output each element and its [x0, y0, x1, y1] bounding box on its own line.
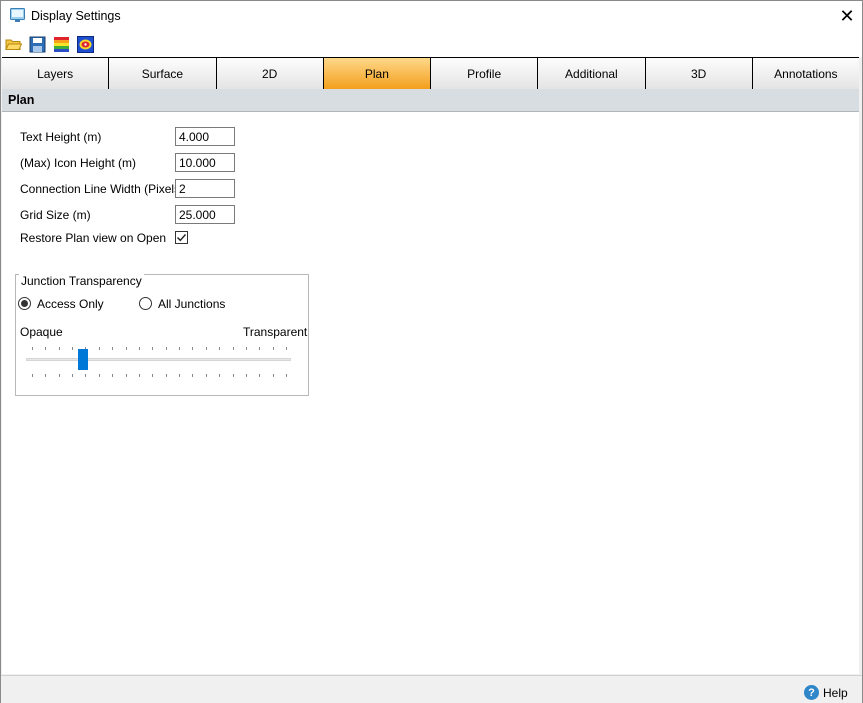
- tab-layers[interactable]: Layers: [2, 58, 110, 89]
- help-link[interactable]: Help: [823, 686, 848, 700]
- status-bar: ? Help: [1, 675, 862, 703]
- slider-tick: [286, 347, 287, 350]
- text-height-input[interactable]: [175, 127, 235, 146]
- close-icon: ✕: [839, 5, 855, 26]
- tab-label: Surface: [141, 66, 184, 81]
- display-settings-app-icon: [10, 8, 25, 22]
- color-palette-icon[interactable]: [53, 36, 70, 53]
- slider-tick: [246, 347, 247, 350]
- junction-transparency-title: Junction Transparency: [19, 274, 144, 288]
- slider-tick: [112, 347, 113, 350]
- tab-label: 2D: [261, 66, 278, 81]
- tab-label: Profile: [467, 66, 502, 81]
- icon-height-input[interactable]: [175, 153, 235, 172]
- checkmark-icon: [177, 234, 187, 242]
- slider-tick: [206, 347, 207, 350]
- slider-tick: [59, 347, 60, 350]
- grid-size-label: Grid Size (m): [20, 208, 91, 222]
- slider-tick: [259, 374, 260, 377]
- tab-label: Additional: [565, 66, 618, 81]
- restore-plan-checkbox[interactable]: [175, 231, 188, 244]
- slider-tick: [72, 374, 73, 377]
- slider-tick: [126, 347, 127, 350]
- color-map-icon[interactable]: [77, 36, 94, 53]
- all-junctions-radio[interactable]: [139, 297, 152, 310]
- access-only-label: Access Only: [37, 297, 104, 311]
- slider-tick: [273, 374, 274, 377]
- tab-2d[interactable]: 2D: [216, 58, 324, 89]
- slider-tick: [286, 374, 287, 377]
- transparent-label: Transparent: [243, 325, 308, 339]
- slider-tick: [219, 374, 220, 377]
- slider-tick: [45, 374, 46, 377]
- tab-3d[interactable]: 3D: [645, 58, 753, 89]
- tab-plan[interactable]: Plan: [323, 58, 431, 89]
- tab-surface[interactable]: Surface: [109, 58, 217, 89]
- slider-tick: [152, 374, 153, 377]
- slider-tick: [233, 374, 234, 377]
- radio-selected-dot: [21, 300, 28, 307]
- access-only-radio[interactable]: [18, 297, 31, 310]
- slider-tick: [99, 347, 100, 350]
- icon-height-label: (Max) Icon Height (m): [20, 156, 137, 170]
- transparency-slider-thumb[interactable]: [78, 349, 88, 370]
- tab-profile[interactable]: Profile: [431, 58, 539, 89]
- slider-tick: [246, 374, 247, 377]
- slider-tick: [273, 347, 274, 350]
- save-icon[interactable]: [29, 36, 46, 53]
- slider-tick: [219, 347, 220, 350]
- grid-size-input[interactable]: [175, 205, 235, 224]
- toolbar: [1, 31, 862, 57]
- restore-plan-label: Restore Plan view on Open: [20, 231, 167, 245]
- tab-label: Annotations: [774, 66, 838, 81]
- window-title: Display Settings: [31, 9, 121, 23]
- all-junctions-label: All Junctions: [158, 297, 226, 311]
- slider-tick: [166, 374, 167, 377]
- help-icon[interactable]: ?: [804, 685, 819, 700]
- slider-tick: [192, 347, 193, 350]
- section-header: Plan: [2, 89, 859, 112]
- tab-annotations[interactable]: Annotations: [752, 58, 859, 89]
- slider-tick: [139, 347, 140, 350]
- slider-tick: [139, 374, 140, 377]
- close-button[interactable]: ✕: [832, 1, 862, 31]
- display-settings-window: Display Settings ✕ Layers Surface 2D Pla…: [0, 0, 863, 703]
- title-bar: Display Settings ✕: [1, 1, 862, 31]
- slider-tick: [166, 347, 167, 350]
- section-title: Plan: [8, 93, 35, 107]
- slider-tick: [179, 374, 180, 377]
- slider-tick: [206, 374, 207, 377]
- open-folder-icon[interactable]: [5, 36, 22, 53]
- slider-tick: [72, 347, 73, 350]
- tab-label: Plan: [364, 66, 389, 81]
- slider-tick: [112, 374, 113, 377]
- slider-tick: [233, 347, 234, 350]
- slider-tick: [179, 347, 180, 350]
- opaque-label: Opaque: [20, 325, 63, 339]
- slider-tick: [85, 374, 86, 377]
- slider-tick: [126, 374, 127, 377]
- line-width-input[interactable]: [175, 179, 235, 198]
- slider-tick: [152, 347, 153, 350]
- slider-tick: [59, 374, 60, 377]
- text-height-label: Text Height (m): [20, 130, 102, 144]
- plan-settings-panel: Text Height (m) (Max) Icon Height (m) Co…: [2, 112, 859, 674]
- tab-label: Layers: [37, 66, 74, 81]
- tab-additional[interactable]: Additional: [538, 58, 646, 89]
- tab-bar: Layers Surface 2D Plan Profile Additiona…: [2, 57, 859, 90]
- slider-tick: [45, 347, 46, 350]
- line-width-label: Connection Line Width (Pixels): [20, 182, 185, 196]
- transparency-slider-track[interactable]: [26, 358, 291, 361]
- slider-tick: [32, 347, 33, 350]
- tab-label: 3D: [690, 66, 707, 81]
- slider-tick: [192, 374, 193, 377]
- slider-tick: [259, 347, 260, 350]
- slider-tick: [32, 374, 33, 377]
- slider-tick: [99, 374, 100, 377]
